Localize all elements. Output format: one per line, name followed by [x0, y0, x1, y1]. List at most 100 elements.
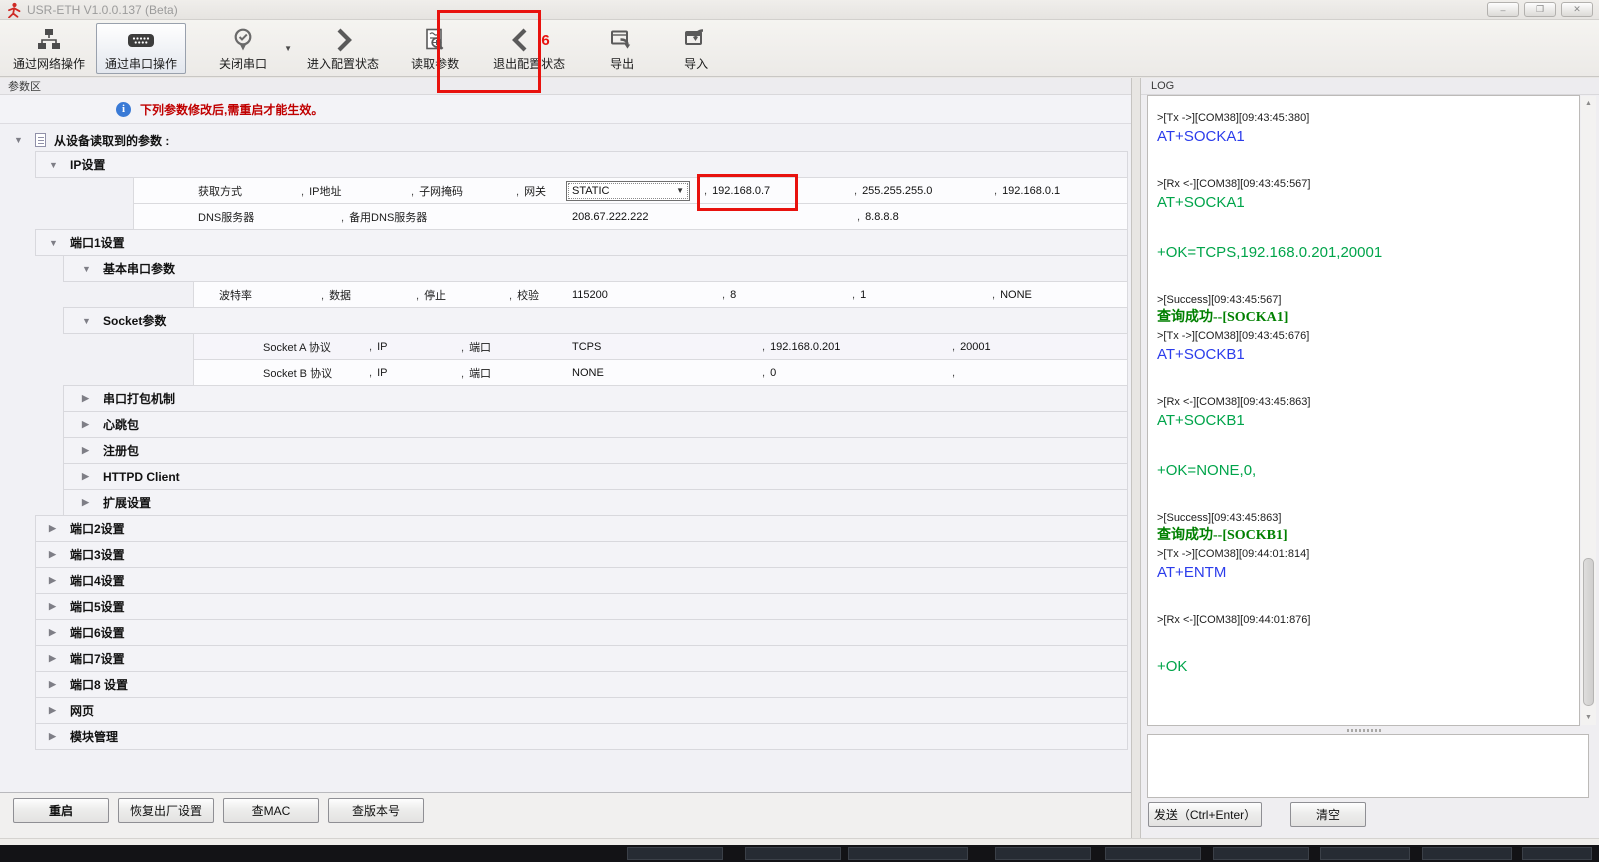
section-module-management[interactable]: ▶ 模块管理 — [35, 723, 1128, 750]
section-port7-settings[interactable]: ▶ 端口7设置 — [35, 645, 1128, 672]
tree-root-label: 从设备读取到的参数 : — [54, 132, 169, 149]
param-label: IP地址 — [301, 183, 411, 199]
minimize-button[interactable]: – — [1487, 2, 1519, 17]
gateway-value[interactable]: 192.168.0.1 — [988, 185, 1060, 197]
query-mac-button[interactable]: 查MAC — [223, 798, 319, 823]
param-label: 数据 — [321, 287, 416, 303]
close-serial-dropdown-caret[interactable]: ▼ — [284, 44, 292, 53]
scrollbar-thumb[interactable] — [1583, 558, 1594, 706]
section-webpage[interactable]: ▶ 网页 — [35, 697, 1128, 724]
socket-b-port-value[interactable] — [946, 367, 960, 379]
section-socket-params[interactable]: ▼ Socket参数 — [63, 307, 1128, 334]
log-line: >[Rx <-][COM38][09:43:45:863] — [1157, 394, 1575, 410]
log-line: >[Tx ->][COM38][09:44:01:814] — [1157, 546, 1575, 562]
socket-b-ip-value[interactable]: 0 — [756, 367, 946, 379]
close-button[interactable]: ✕ — [1561, 2, 1593, 17]
log-line: AT+SOCKB1 — [1157, 410, 1575, 432]
section-port4-settings[interactable]: ▶ 端口4设置 — [35, 567, 1128, 594]
log-line: >[Rx <-][COM38][09:43:45:567] — [1157, 176, 1575, 192]
backup-dns-value[interactable]: 8.8.8.8 — [851, 211, 899, 223]
log-output[interactable]: >[Tx ->][COM38][09:43:45:380] AT+SOCKA1 … — [1147, 95, 1580, 726]
parity-value[interactable]: NONE — [986, 289, 1032, 301]
log-line: >[Success][09:43:45:567] — [1157, 292, 1575, 308]
socket-a-protocol-value[interactable]: TCPS — [566, 341, 756, 353]
chevron-right-icon — [330, 26, 356, 54]
pin-check-icon — [230, 26, 256, 54]
section-ip-settings[interactable]: ▼ IP设置 — [35, 151, 1128, 178]
section-extended-settings[interactable]: ▶ 扩展设置 — [63, 489, 1128, 516]
scroll-down-icon[interactable]: ▼ — [1581, 710, 1596, 725]
param-label: 子网掩码 — [411, 183, 516, 199]
ip-address-value[interactable]: 192.168.0.7 — [698, 185, 848, 197]
section-packing-mechanism[interactable]: ▶ 串口打包机制 — [63, 385, 1128, 412]
section-httpd-client[interactable]: ▶ HTTPD Client — [63, 463, 1128, 490]
app-logo-icon — [6, 2, 22, 18]
scroll-up-icon[interactable]: ▲ — [1581, 96, 1596, 111]
log-line: AT+ENTM — [1157, 562, 1575, 584]
param-label: 网关 — [516, 183, 546, 199]
socket-b-protocol-value[interactable]: NONE — [566, 367, 756, 379]
section-port5-settings[interactable]: ▶ 端口5设置 — [35, 593, 1128, 620]
baud-rate-value[interactable]: 115200 — [566, 289, 716, 301]
log-line: >[Tx ->][COM38][09:43:45:676] — [1157, 328, 1575, 344]
parameter-footer: 重启 恢复出厂设置 查MAC 查版本号 — [0, 792, 1131, 838]
data-bits-value[interactable]: 8 — [716, 289, 846, 301]
section-port6-settings[interactable]: ▶ 端口6设置 — [35, 619, 1128, 646]
section-port2-settings[interactable]: ▶ 端口2设置 — [35, 515, 1128, 542]
clipped-log-line — [1157, 99, 1575, 108]
section-port1-settings[interactable]: ▼ 端口1设置 — [35, 229, 1128, 256]
toolbar-button-enter-config[interactable]: 进入配置状态 — [298, 23, 388, 74]
notice-row: i 下列参数修改后,需重启才能生效。 — [0, 95, 1131, 124]
log-line: +OK=TCPS,192.168.0.201,20001 — [1157, 242, 1575, 264]
subnet-mask-value[interactable]: 255.255.255.0 — [848, 185, 988, 197]
section-port8-settings[interactable]: ▶ 端口8 设置 — [35, 671, 1128, 698]
stop-bits-value[interactable]: 1 — [846, 289, 986, 301]
network-icon — [36, 26, 62, 54]
toolbar-button-serial-operate[interactable]: 通过串口操作 — [96, 23, 186, 74]
clear-button[interactable]: 清空 — [1290, 802, 1366, 827]
toolbar-button-read-params[interactable]: 读取参数 — [402, 23, 468, 74]
log-line: +OK — [1157, 656, 1575, 678]
section-port3-settings[interactable]: ▶ 端口3设置 — [35, 541, 1128, 568]
send-button[interactable]: 发送（Ctrl+Enter） — [1148, 802, 1262, 827]
window-title: USR-ETH V1.0.0.137 (Beta) — [27, 3, 178, 17]
log-line: AT+SOCKA1 — [1157, 126, 1575, 148]
param-label: DNS服务器 — [198, 209, 341, 225]
parameter-panel-header: 参数区 — [0, 78, 1131, 95]
toolbar-button-export[interactable]: 导出 — [600, 23, 644, 74]
parameter-panel: 参数区 i 下列参数修改后,需重启才能生效。 ▼ 从设备读取到的参数 : ▼ I… — [0, 78, 1131, 838]
param-label: 波特率 — [219, 287, 321, 303]
socket-a-ip-value[interactable]: 192.168.0.201 — [756, 341, 946, 353]
section-registration[interactable]: ▶ 注册包 — [63, 437, 1128, 464]
param-label: 备用DNS服务器 — [341, 209, 427, 225]
section-heartbeat[interactable]: ▶ 心跳包 — [63, 411, 1128, 438]
log-line: AT+SOCKA1 — [1157, 192, 1575, 214]
send-input[interactable] — [1147, 734, 1589, 798]
dns-value[interactable]: 208.67.222.222 — [566, 211, 851, 223]
expand-arrow-icon[interactable]: ▼ — [14, 135, 25, 145]
param-label: 端口 — [461, 365, 491, 381]
query-version-button[interactable]: 查版本号 — [328, 798, 424, 823]
toolbar-button-import[interactable]: 导入 — [674, 23, 718, 74]
param-label: 停止 — [416, 287, 509, 303]
param-label: 端口 — [461, 339, 491, 355]
toolbar-button-close-serial[interactable]: 关闭串口 ▼ — [210, 23, 276, 74]
log-scrollbar[interactable]: ▲ ▼ — [1581, 96, 1596, 725]
toolbar-button-exit-config[interactable]: 6 退出配置状态 — [484, 23, 574, 74]
application-window: { "window": { "title": "USR-ETH V1.0.0.1… — [0, 0, 1599, 862]
log-splitter[interactable] — [1147, 728, 1580, 733]
restart-button[interactable]: 重启 — [13, 798, 109, 823]
ip-mode-dropdown[interactable]: STATIC ▼ — [566, 181, 690, 201]
param-row-dns: DNS服务器 备用DNS服务器 208.67.222.222 8.8.8.8 — [133, 203, 1128, 230]
socket-a-port-value[interactable]: 20001 — [946, 341, 991, 353]
factory-reset-button[interactable]: 恢复出厂设置 — [118, 798, 214, 823]
restore-button[interactable]: ❐ — [1524, 2, 1556, 17]
toolbar-button-network-operate[interactable]: 通过网络操作 — [4, 23, 94, 74]
param-label: 获取方式 — [198, 183, 301, 199]
log-panel-header: LOG — [1141, 78, 1599, 95]
param-label: Socket A 协议 — [263, 339, 369, 355]
tree-root-row[interactable]: ▼ 从设备读取到的参数 : — [0, 128, 1131, 152]
toolbar: 通过网络操作 通过串口操作 关闭串口 ▼ — [0, 20, 1599, 77]
panel-splitter[interactable] — [1131, 78, 1141, 838]
section-serial-params[interactable]: ▼ 基本串口参数 — [63, 255, 1128, 282]
